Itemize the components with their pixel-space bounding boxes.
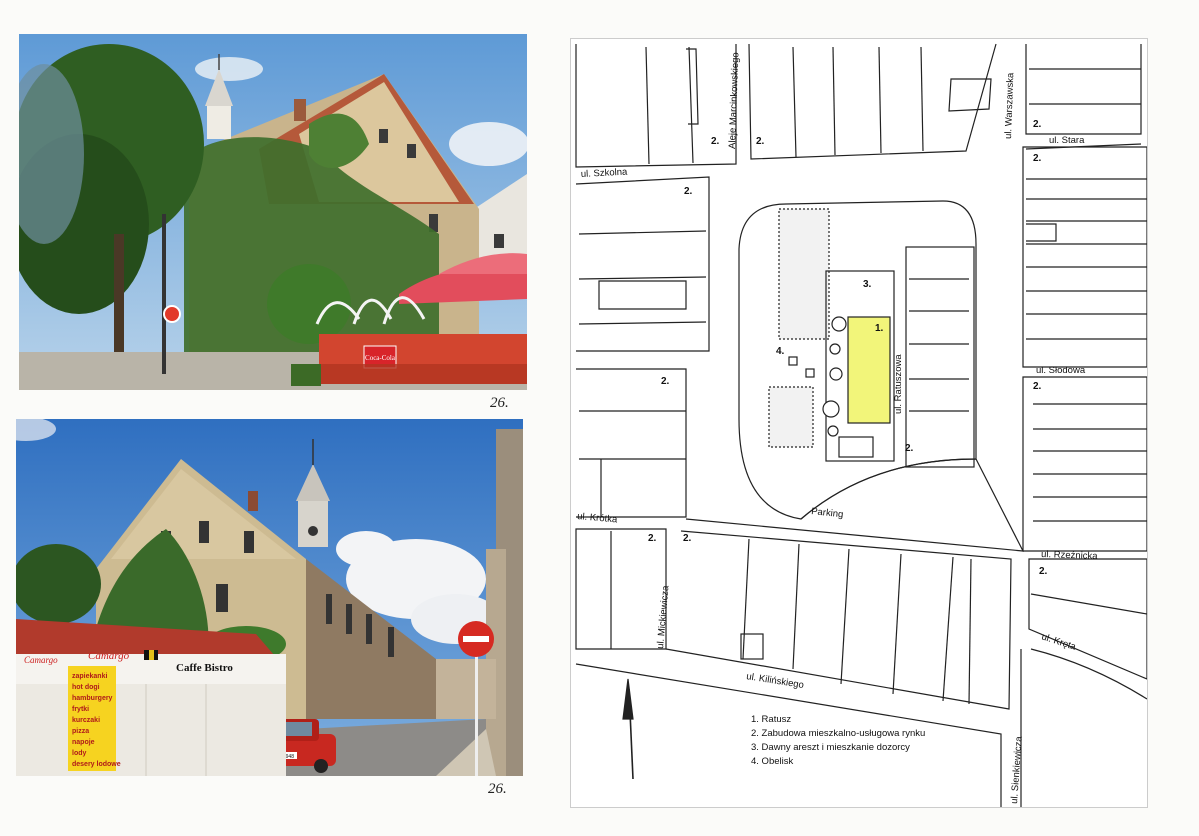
label-1: 1. — [875, 323, 884, 334]
menu-item: frytki — [72, 706, 89, 713]
bottom-photo-number: 26. — [488, 781, 507, 797]
label-2: 2. — [1033, 381, 1042, 392]
photo-town-hall-garden: Coca-Cola — [19, 34, 527, 390]
street-rzeznicka: ul. Rzeźnicka — [1041, 549, 1099, 562]
street-warszawska: ul. Warszawska — [1003, 72, 1016, 139]
legend-item-3: 3. Dawny areszt i mieszkanie dozorcy — [751, 742, 910, 753]
photo-town-hall-street: KZA 0948 Camargo Camargo Caffe Bistro za… — [16, 419, 523, 776]
street-ratuszowa: ul. Ratuszowa — [893, 354, 904, 414]
street-mickiewicza: ul. Mickiewicza — [655, 584, 672, 649]
street-szkolna: ul. Szkolna — [581, 167, 629, 180]
menu-item: kurczaki — [72, 717, 100, 724]
menu-item: hamburgery — [72, 695, 113, 702]
label-2: 2. — [684, 186, 693, 197]
label-2: 2. — [661, 376, 670, 387]
top-photo-number: 26. — [490, 395, 509, 411]
legend-item-2: 2. Zabudowa mieszkalno-usługowa rynku — [751, 728, 925, 739]
town-square-map: 2. 2. 2. 2. 2. 2. 2. 2. 2. 2. 2. 1. 3. 4… — [570, 38, 1148, 808]
kiosk-brand-center: Camargo — [88, 650, 130, 662]
street-stara: ul. Stara — [1049, 135, 1085, 146]
album-page: Coca-Cola 26. 0948 Camargo Camargo Caffe… — [0, 0, 1199, 836]
menu-item: desery lodowe — [72, 761, 121, 768]
parking-label: Parking — [811, 506, 844, 520]
town-hall-highlight — [847, 316, 891, 424]
street-slodowa: ul. Słodowa — [1036, 365, 1086, 376]
label-2: 2. — [1033, 153, 1042, 164]
label-2: 2. — [905, 443, 914, 454]
menu-item: hot dogi — [72, 684, 100, 691]
label-2: 2. — [711, 136, 720, 147]
label-2: 2. — [756, 136, 765, 147]
menu-item: napoje — [72, 739, 95, 746]
label-3: 3. — [863, 279, 872, 290]
umbrella-brand-text: Coca-Cola — [365, 354, 396, 362]
label-2: 2. — [683, 533, 692, 544]
street-krotka: ul. Krótka — [577, 511, 619, 526]
label-4: 4. — [776, 346, 785, 357]
menu-item: lody — [72, 750, 86, 757]
kiosk-sign-text: Caffe Bistro — [176, 662, 233, 674]
street-sienkiewicza: ul. Sienkiewicza — [1009, 735, 1025, 804]
street-marcinkowskiego: Aleje Marcinkowskiego — [727, 52, 741, 149]
label-2: 2. — [1033, 119, 1042, 130]
legend-item-1: 1. Ratusz — [751, 714, 791, 725]
label-2: 2. — [1039, 566, 1048, 577]
legend-item-4: 4. Obelisk — [751, 756, 793, 767]
kiosk-brand-left: Camargo — [24, 655, 58, 665]
street-kilinskiego: ul. Kilińskiego — [746, 671, 805, 691]
menu-item: zapiekanki — [72, 673, 107, 680]
menu-item: pizza — [72, 728, 89, 735]
label-2: 2. — [648, 533, 657, 544]
street-krela: ul. Kręta — [1040, 631, 1078, 653]
